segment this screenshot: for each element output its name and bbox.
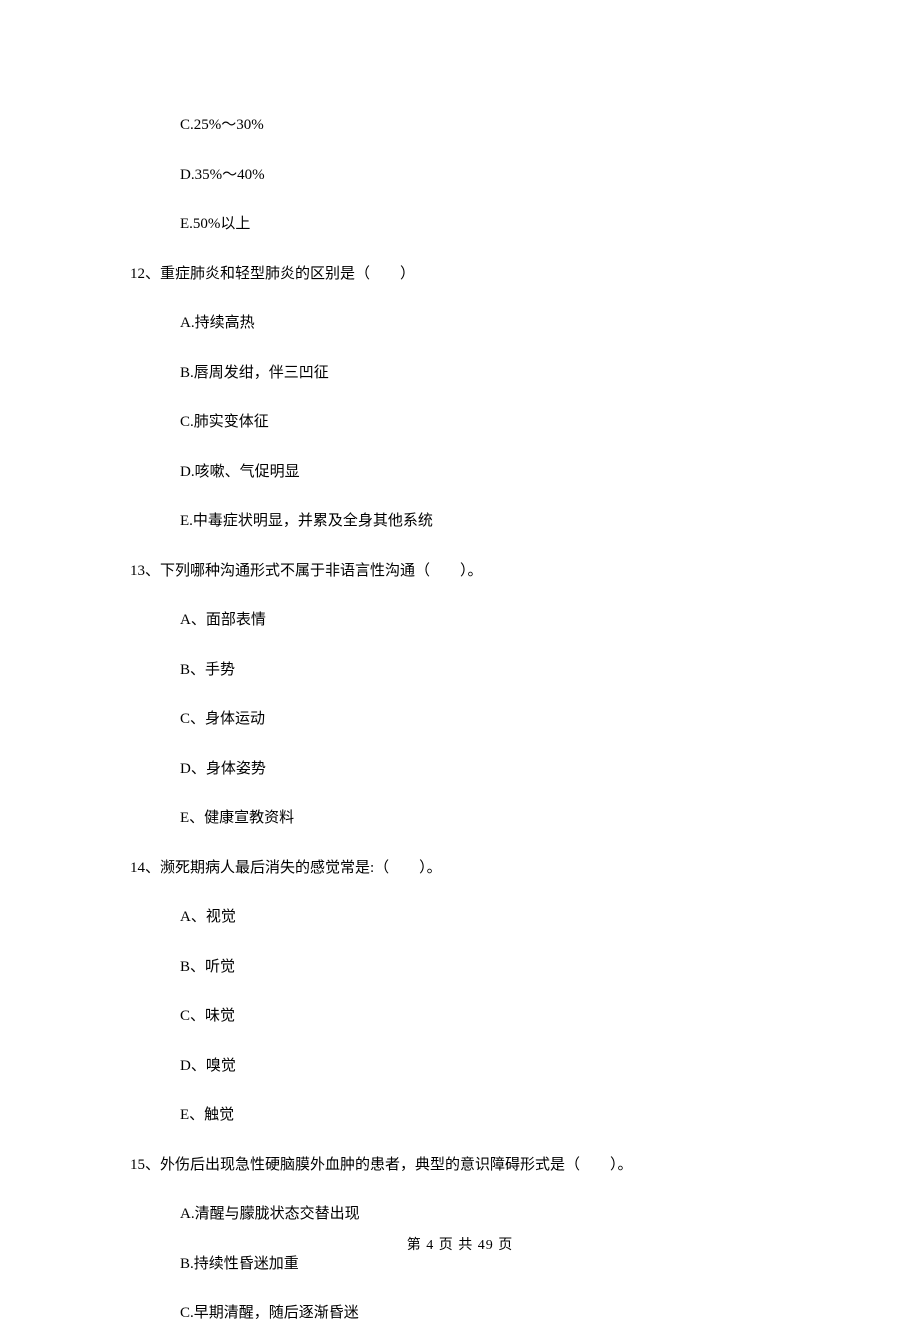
option-text: C.25%～30% (180, 115, 790, 136)
page-content: C.25%～30% D.35%～40% E.50%以上 12、重症肺炎和轻型肺炎… (0, 0, 920, 1324)
option-text: B.持续性昏迷加重 (180, 1254, 790, 1275)
option-text: C、身体运动 (180, 709, 790, 730)
option-text: C、味觉 (180, 1006, 790, 1027)
option-text: B、听觉 (180, 957, 790, 978)
option-text: B.唇周发绀，伴三凹征 (180, 363, 790, 384)
question-stem: 13、下列哪种沟通形式不属于非语言性沟通（ ）。 (130, 561, 790, 582)
question-stem: 12、重症肺炎和轻型肺炎的区别是（ ） (130, 264, 790, 285)
question-stem: 14、濒死期病人最后消失的感觉常是:（ ）。 (130, 858, 790, 879)
option-text: D.35%～40% (180, 165, 790, 186)
question-text: 濒死期病人最后消失的感觉常是:（ ）。 (160, 860, 442, 876)
question-number: 15、 (130, 1157, 160, 1173)
question-stem: 15、外伤后出现急性硬脑膜外血肿的患者，典型的意识障碍形式是（ ）。 (130, 1155, 790, 1176)
question-text: 下列哪种沟通形式不属于非语言性沟通（ ）。 (160, 563, 483, 579)
option-text: C.早期清醒，随后逐渐昏迷 (180, 1303, 790, 1324)
option-text: E.50%以上 (180, 214, 790, 235)
option-text: A.持续高热 (180, 313, 790, 334)
option-text: D.咳嗽、气促明显 (180, 462, 790, 483)
option-text: E、健康宣教资料 (180, 808, 790, 829)
option-text: A.清醒与朦胧状态交替出现 (180, 1204, 790, 1225)
option-text: A、视觉 (180, 907, 790, 928)
option-text: C.肺实变体征 (180, 412, 790, 433)
option-text: A、面部表情 (180, 610, 790, 631)
option-text: E、触觉 (180, 1105, 790, 1126)
question-number: 12、 (130, 266, 160, 282)
question-number: 13、 (130, 563, 160, 579)
option-text: E.中毒症状明显，并累及全身其他系统 (180, 511, 790, 532)
question-number: 14、 (130, 860, 160, 876)
option-text: D、身体姿势 (180, 759, 790, 780)
page-footer: 第 4 页 共 49 页 (0, 1234, 920, 1254)
question-text: 外伤后出现急性硬脑膜外血肿的患者，典型的意识障碍形式是（ ）。 (160, 1157, 633, 1173)
option-text: B、手势 (180, 660, 790, 681)
question-text: 重症肺炎和轻型肺炎的区别是（ ） (160, 266, 415, 282)
option-text: D、嗅觉 (180, 1056, 790, 1077)
